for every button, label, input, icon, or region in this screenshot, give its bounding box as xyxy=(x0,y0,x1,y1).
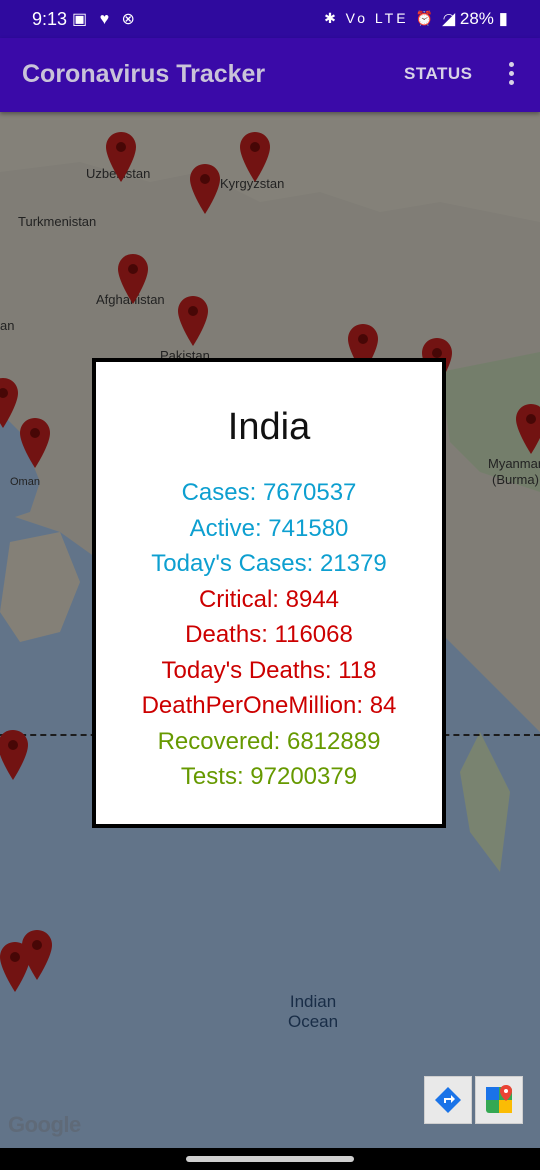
status-time: 9:13 xyxy=(32,9,68,29)
stat-line: DeathPerOneMillion: 84 xyxy=(141,692,397,719)
notification-icons: ▣ ♥ ⊗ xyxy=(72,11,139,28)
directions-icon xyxy=(435,1087,461,1113)
battery-indicator: ◢ 28% ▮ xyxy=(442,9,508,28)
google-logo: Google xyxy=(8,1112,81,1137)
stat-line: Tests: 97200379 xyxy=(180,763,358,790)
status-button[interactable]: STATUS xyxy=(404,64,472,84)
stats-list: Cases: 7670537 Active: 741580 Today's Case… xyxy=(96,475,442,795)
system-status-icons: ✱ Vo LTE ⏰ ◠ xyxy=(324,10,458,26)
country-stats-dialog: India Cases: 7670537 Active: 741580 Today'… xyxy=(92,358,446,828)
stat-line: Today's Deaths: 118 xyxy=(161,656,377,684)
stat-line: Critical: 8944 xyxy=(198,585,340,613)
open-in-maps-button[interactable] xyxy=(475,1076,523,1124)
navigation-bar xyxy=(0,1148,540,1170)
stat-line: Today's Cases: 21379 xyxy=(151,550,387,577)
app-title: Coronavirus Tracker xyxy=(22,60,266,88)
stat-line: Recovered: 6812889 xyxy=(157,727,381,755)
status-bar: 9:13 ▣ ♥ ⊗ ✱ Vo LTE ⏰ ◠ ◢ 28% ▮ xyxy=(0,0,540,38)
directions-button[interactable] xyxy=(424,1076,472,1124)
google-maps-icon xyxy=(486,1085,512,1113)
overflow-menu-icon[interactable] xyxy=(498,58,524,92)
app-bar: Coronavirus Tracker STATUS xyxy=(0,38,540,112)
country-name: India xyxy=(227,406,311,448)
home-gesture-handle[interactable] xyxy=(186,1156,354,1162)
stat-line: Active: 741580 xyxy=(189,514,349,542)
stat-line: Deaths: 116068 xyxy=(185,621,353,648)
stat-line: Cases: 7670537 xyxy=(181,479,357,506)
